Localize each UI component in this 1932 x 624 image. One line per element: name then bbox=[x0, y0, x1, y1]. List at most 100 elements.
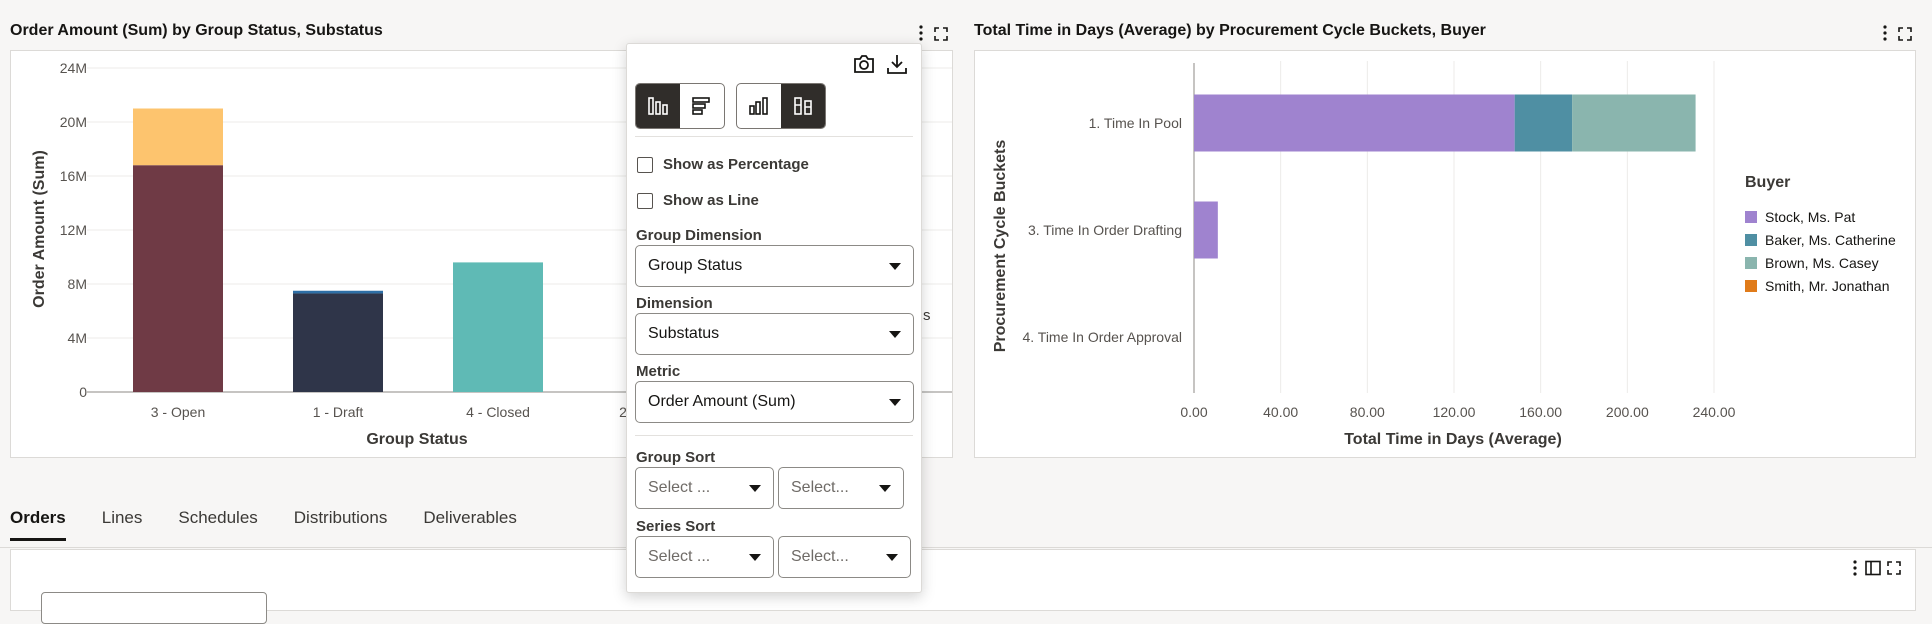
orders-panel bbox=[10, 549, 1916, 624]
x-tick-label: 0.00 bbox=[1180, 404, 1207, 420]
legend-label: Brown, Ms. Casey bbox=[1765, 255, 1879, 271]
series-sort-select-2[interactable]: Select... bbox=[778, 536, 911, 578]
more-options-icon[interactable] bbox=[912, 24, 930, 42]
series-sort-value-2: Select... bbox=[791, 548, 849, 565]
bar-segment bbox=[293, 293, 383, 392]
metric-label: Metric bbox=[636, 363, 681, 380]
series-sort-value-1: Select ... bbox=[648, 548, 711, 565]
tab-orders[interactable]: Orders bbox=[10, 508, 66, 541]
legend-swatch bbox=[1745, 234, 1757, 246]
show-percentage-label: Show as Percentage bbox=[663, 156, 809, 173]
download-icon[interactable] bbox=[886, 53, 908, 80]
maximize-icon[interactable] bbox=[1896, 25, 1914, 43]
legend-label: Smith, Mr. Jonathan bbox=[1765, 278, 1890, 294]
tab-divider bbox=[0, 547, 1932, 548]
chevron-down-icon bbox=[889, 262, 901, 270]
popup-divider bbox=[635, 435, 913, 436]
y-tick-label: 12M bbox=[60, 222, 87, 238]
x-category-label: 3 - Open bbox=[151, 404, 205, 420]
bar-segment bbox=[1572, 94, 1696, 152]
chevron-down-icon bbox=[886, 553, 898, 561]
legend-swatch bbox=[1745, 211, 1757, 223]
stacking-toggle bbox=[736, 83, 826, 129]
right-chart-title: Total Time in Days (Average) by Procurem… bbox=[974, 22, 1486, 39]
x-category-label: 1 - Draft bbox=[313, 404, 364, 420]
bar-segment bbox=[133, 108, 223, 166]
x-tick-label: 160.00 bbox=[1519, 404, 1562, 420]
chevron-down-icon bbox=[749, 484, 761, 492]
y-category-label: 3. Time In Order Drafting bbox=[1028, 222, 1182, 238]
legend-label: Baker, Ms. Catherine bbox=[1765, 232, 1896, 248]
x-category-label: 4 - Closed bbox=[466, 404, 530, 420]
popup-divider bbox=[635, 136, 913, 137]
show-line-checkbox[interactable]: Show as Line bbox=[637, 192, 759, 209]
right-chart-svg: 0.00 40.00 80.00 120.00 160.00 200.00 240.00 1… bbox=[992, 61, 1896, 448]
group-dimension-value: Group Status bbox=[648, 257, 743, 274]
group-dimension-select[interactable]: Group Status bbox=[635, 245, 914, 287]
chevron-down-icon bbox=[749, 553, 761, 561]
search-field[interactable] bbox=[41, 592, 267, 624]
show-line-label: Show as Line bbox=[663, 192, 759, 209]
legend-swatch bbox=[1745, 257, 1757, 269]
right-chart-ylabel: Procurement Cycle Buckets bbox=[992, 140, 1009, 353]
more-options-icon[interactable] bbox=[1853, 560, 1857, 581]
chevron-down-icon bbox=[879, 484, 891, 492]
left-chart-ylabel: Order Amount (Sum) bbox=[31, 150, 48, 308]
series-sort-select-1[interactable]: Select ... bbox=[635, 536, 774, 578]
group-dimension-label: Group Dimension bbox=[636, 227, 762, 244]
right-chart-xlabel: Total Time in Days (Average) bbox=[1344, 431, 1562, 448]
dimension-select[interactable]: Substatus bbox=[635, 313, 914, 355]
group-sort-select-1[interactable]: Select ... bbox=[635, 467, 774, 509]
chevron-down-icon bbox=[889, 330, 901, 338]
legend-title: Buyer bbox=[1745, 174, 1790, 191]
series-sort-label: Series Sort bbox=[636, 518, 716, 535]
left-chart-title: Order Amount (Sum) by Group Status, Subs… bbox=[10, 22, 383, 39]
maximize-icon[interactable] bbox=[932, 25, 950, 43]
horizontal-bar-button[interactable] bbox=[680, 84, 724, 128]
legend-label: Stock, Ms. Pat bbox=[1765, 209, 1855, 225]
grouped-bar-button[interactable] bbox=[737, 84, 781, 128]
y-tick-label: 24M bbox=[60, 60, 87, 76]
tab-distributions[interactable]: Distributions bbox=[294, 508, 388, 541]
tab-deliverables[interactable]: Deliverables bbox=[423, 508, 517, 541]
x-tick-label: 40.00 bbox=[1263, 404, 1298, 420]
group-sort-value-1: Select ... bbox=[648, 479, 711, 496]
right-chart-card: 0.00 40.00 80.00 120.00 160.00 200.00 240.00 1… bbox=[974, 50, 1916, 458]
checkbox-box[interactable] bbox=[637, 156, 653, 173]
bar-segment bbox=[1194, 94, 1515, 152]
tab-schedules[interactable]: Schedules bbox=[178, 508, 257, 541]
vertical-bar-button[interactable] bbox=[636, 84, 680, 128]
group-sort-label: Group Sort bbox=[636, 449, 716, 466]
legend-swatch bbox=[1745, 280, 1757, 292]
bar-segment bbox=[133, 165, 223, 392]
orientation-toggle bbox=[635, 83, 725, 129]
y-category-label: 1. Time In Pool bbox=[1089, 115, 1182, 131]
bar-segment bbox=[453, 262, 543, 392]
x-tick-label: 240.00 bbox=[1693, 404, 1736, 420]
stacked-bar-button[interactable] bbox=[781, 84, 825, 128]
show-percentage-checkbox[interactable]: Show as Percentage bbox=[637, 156, 809, 173]
y-tick-label: 0 bbox=[79, 384, 87, 400]
metric-select[interactable]: Order Amount (Sum) bbox=[635, 381, 914, 423]
tab-bar: Orders Lines Schedules Distributions Del… bbox=[10, 508, 553, 541]
dimension-value: Substatus bbox=[648, 325, 720, 342]
group-sort-select-2[interactable]: Select... bbox=[778, 467, 904, 509]
more-options-icon[interactable] bbox=[1876, 24, 1894, 42]
bar-segment bbox=[293, 290, 383, 294]
y-tick-label: 20M bbox=[60, 114, 87, 130]
tab-lines[interactable]: Lines bbox=[102, 508, 143, 541]
chevron-down-icon bbox=[889, 398, 901, 406]
x-tick-label: 200.00 bbox=[1606, 404, 1649, 420]
checkbox-box[interactable] bbox=[637, 192, 653, 209]
camera-icon[interactable] bbox=[853, 54, 875, 79]
dimension-label: Dimension bbox=[636, 295, 713, 312]
bar-segment bbox=[1514, 94, 1573, 152]
group-sort-value-2: Select... bbox=[791, 479, 849, 496]
x-tick-label: 120.00 bbox=[1433, 404, 1476, 420]
chart-settings-popup: Show as Percentage Show as Line Group Di… bbox=[626, 43, 922, 593]
maximize-icon[interactable] bbox=[1887, 561, 1901, 580]
left-chart-xlabel: Group Status bbox=[366, 431, 467, 448]
x-tick-label: 80.00 bbox=[1350, 404, 1385, 420]
panel-layout-icon[interactable] bbox=[1865, 560, 1881, 581]
metric-value: Order Amount (Sum) bbox=[648, 393, 796, 410]
